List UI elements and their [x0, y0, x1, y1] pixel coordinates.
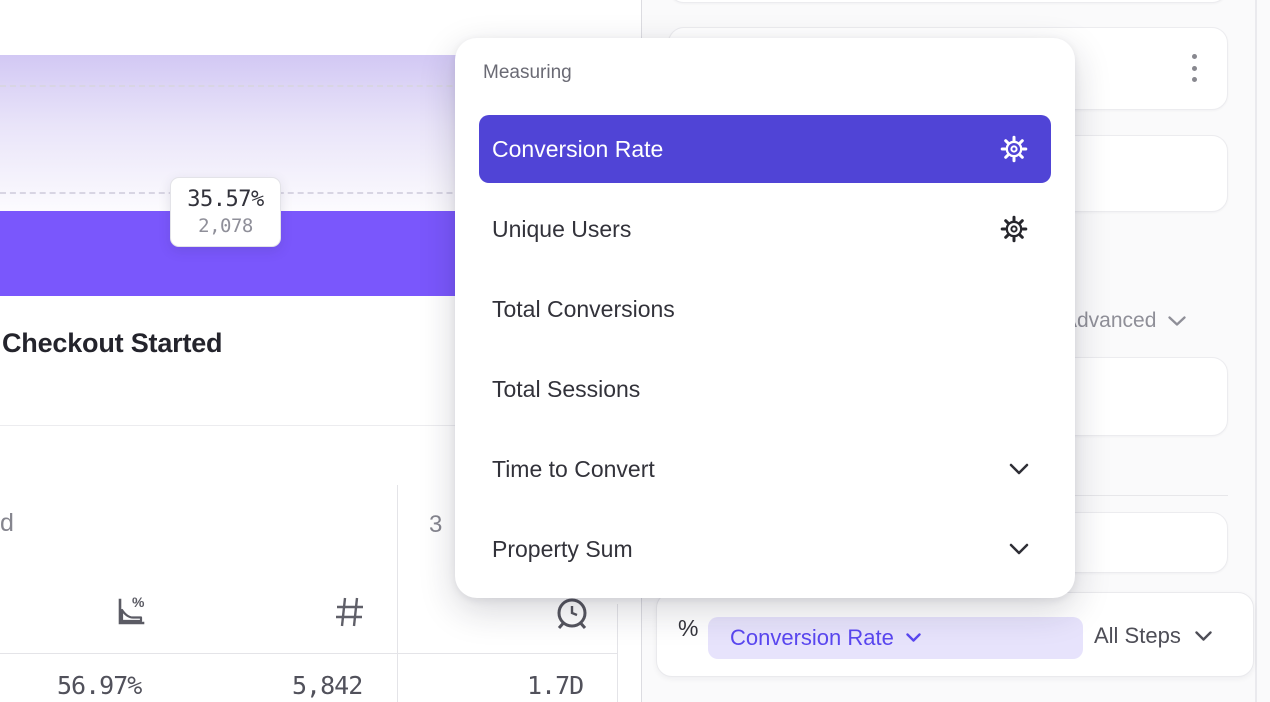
- table-column-divider: [617, 604, 618, 702]
- menu-item-total-conversions[interactable]: Total Conversions: [479, 275, 1051, 343]
- menu-section-label: Measuring: [483, 62, 572, 84]
- all-steps-label: All Steps: [1094, 623, 1181, 649]
- cell-conversion-rate: 56.97%: [57, 671, 141, 700]
- measure-chip-label: Conversion Rate: [730, 625, 894, 651]
- chevron-down-icon: [1009, 543, 1029, 555]
- all-steps-dropdown[interactable]: All Steps: [1094, 623, 1212, 649]
- menu-item-label: Time to Convert: [492, 456, 1009, 483]
- menu-item-label: Conversion Rate: [492, 136, 999, 163]
- table-step-header-right: 3: [429, 511, 442, 539]
- measure-chip[interactable]: Conversion Rate: [708, 617, 1083, 659]
- tooltip-count: 2,078: [198, 215, 253, 237]
- menu-item-label: Unique Users: [492, 216, 999, 243]
- clock-icon: [552, 594, 592, 634]
- table-column-divider: [397, 485, 398, 702]
- table-step-header-left: d: [0, 509, 14, 538]
- gear-icon[interactable]: [999, 134, 1029, 164]
- cell-converted-count: 5,842: [292, 671, 362, 700]
- cell-avg-time: 1.7D: [527, 671, 583, 700]
- chevron-down-icon: [1009, 463, 1029, 475]
- menu-item-time-to-convert[interactable]: Time to Convert: [479, 435, 1051, 503]
- menu-item-label: Total Conversions: [492, 296, 1029, 323]
- menu-item-unique-users[interactable]: Unique Users: [479, 195, 1051, 263]
- funnel-step-title: Checkout Started: [2, 328, 222, 359]
- sidebar-scroll-rail: [1255, 0, 1257, 702]
- conversion-rate-icon: %: [110, 592, 152, 634]
- percent-glyph: %: [678, 615, 698, 642]
- funnel-tooltip: 35.57% 2,078: [170, 177, 281, 247]
- menu-item-total-sessions[interactable]: Total Sessions: [479, 355, 1051, 423]
- advanced-label: Advanced: [1063, 309, 1156, 333]
- measured-as-card: % Conversion Rate All Steps: [656, 592, 1254, 677]
- chevron-down-icon: [906, 633, 921, 643]
- percent-glyph: %: [132, 594, 145, 610]
- tooltip-conversion-rate: 35.57%: [187, 187, 263, 212]
- chevron-down-icon: [1195, 631, 1212, 642]
- sidebar-card-top: [668, 0, 1228, 3]
- chevron-down-icon: [1168, 316, 1186, 327]
- table-row-divider: [0, 653, 617, 654]
- kebab-menu-icon[interactable]: [1192, 54, 1197, 82]
- menu-item-conversion-rate[interactable]: Conversion Rate: [479, 115, 1051, 183]
- funnel-report-screen: 35.57% 2,078 Checkout Started d 3 %: [0, 0, 1270, 702]
- menu-item-label: Property Sum: [492, 536, 1009, 563]
- measuring-dropdown-menu: Measuring Conversion Rate Unique Users: [455, 38, 1075, 598]
- gear-icon[interactable]: [999, 214, 1029, 244]
- menu-item-property-sum[interactable]: Property Sum: [479, 515, 1051, 583]
- advanced-dropdown[interactable]: Advanced: [1063, 309, 1186, 333]
- menu-item-label: Total Sessions: [492, 376, 1029, 403]
- number-converted-icon: [335, 596, 365, 628]
